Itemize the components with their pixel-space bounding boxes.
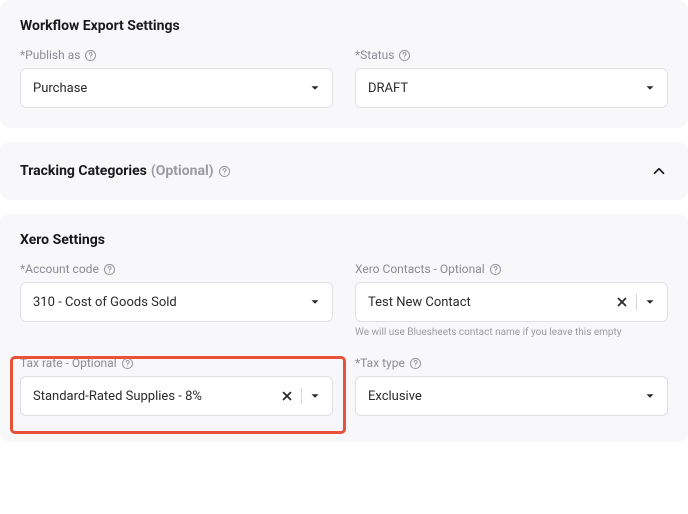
xero-contacts-label: Xero Contacts - Optional xyxy=(355,262,668,276)
xero-title: Xero Settings xyxy=(20,232,668,248)
separator xyxy=(301,388,302,404)
caret-down-icon xyxy=(643,389,657,403)
help-icon[interactable] xyxy=(218,165,231,178)
tax-rate-select[interactable]: Standard-Rated Supplies - 8% xyxy=(20,376,333,416)
tax-rate-value: Standard-Rated Supplies - 8% xyxy=(33,389,202,404)
caret-down-icon xyxy=(308,389,322,403)
chevron-up-icon[interactable] xyxy=(650,162,668,180)
help-icon[interactable] xyxy=(409,357,422,370)
tax-type-value: Exclusive xyxy=(368,389,422,404)
caret-down-icon xyxy=(643,81,657,95)
account-code-field: *Account code 310 - Cost of Goods Sold xyxy=(20,262,333,338)
status-label: *Status xyxy=(355,48,668,62)
tax-rate-label: Tax rate - Optional xyxy=(20,356,333,370)
xero-contacts-hint: We will use Bluesheets contact name if y… xyxy=(355,327,668,338)
account-code-value: 310 - Cost of Goods Sold xyxy=(33,295,177,310)
publish-as-select[interactable]: Purchase xyxy=(20,68,333,108)
tax-type-label: *Tax type xyxy=(355,356,668,370)
xero-contacts-select[interactable]: Test New Contact xyxy=(355,282,668,322)
account-code-label: *Account code xyxy=(20,262,333,276)
tracking-title: Tracking Categories (Optional) xyxy=(20,163,231,179)
clear-icon[interactable] xyxy=(614,294,630,310)
separator xyxy=(636,294,637,310)
tax-type-field: *Tax type Exclusive xyxy=(355,356,668,416)
workflow-title: Workflow Export Settings xyxy=(20,18,668,34)
tracking-categories-panel[interactable]: Tracking Categories (Optional) xyxy=(0,142,688,200)
help-icon[interactable] xyxy=(103,263,116,276)
publish-as-label: *Publish as xyxy=(20,48,333,62)
workflow-export-panel: Workflow Export Settings *Publish as Pur… xyxy=(0,0,688,128)
caret-down-icon xyxy=(308,81,322,95)
publish-as-field: *Publish as Purchase xyxy=(20,48,333,108)
tax-type-select[interactable]: Exclusive xyxy=(355,376,668,416)
account-code-select[interactable]: 310 - Cost of Goods Sold xyxy=(20,282,333,322)
tax-rate-field: Tax rate - Optional Standard-Rated Suppl… xyxy=(20,356,333,416)
caret-down-icon xyxy=(643,295,657,309)
status-field: *Status DRAFT xyxy=(355,48,668,108)
status-select[interactable]: DRAFT xyxy=(355,68,668,108)
help-icon[interactable] xyxy=(84,49,97,62)
status-value: DRAFT xyxy=(368,81,408,96)
publish-as-value: Purchase xyxy=(33,81,87,96)
xero-contacts-value: Test New Contact xyxy=(368,295,471,310)
help-icon[interactable] xyxy=(489,263,502,276)
clear-icon[interactable] xyxy=(279,388,295,404)
xero-settings-panel: Xero Settings *Account code 310 - Cost o… xyxy=(0,214,688,442)
help-icon[interactable] xyxy=(398,49,411,62)
help-icon[interactable] xyxy=(121,357,134,370)
caret-down-icon xyxy=(308,295,322,309)
xero-contacts-field: Xero Contacts - Optional Test New Contac… xyxy=(355,262,668,338)
